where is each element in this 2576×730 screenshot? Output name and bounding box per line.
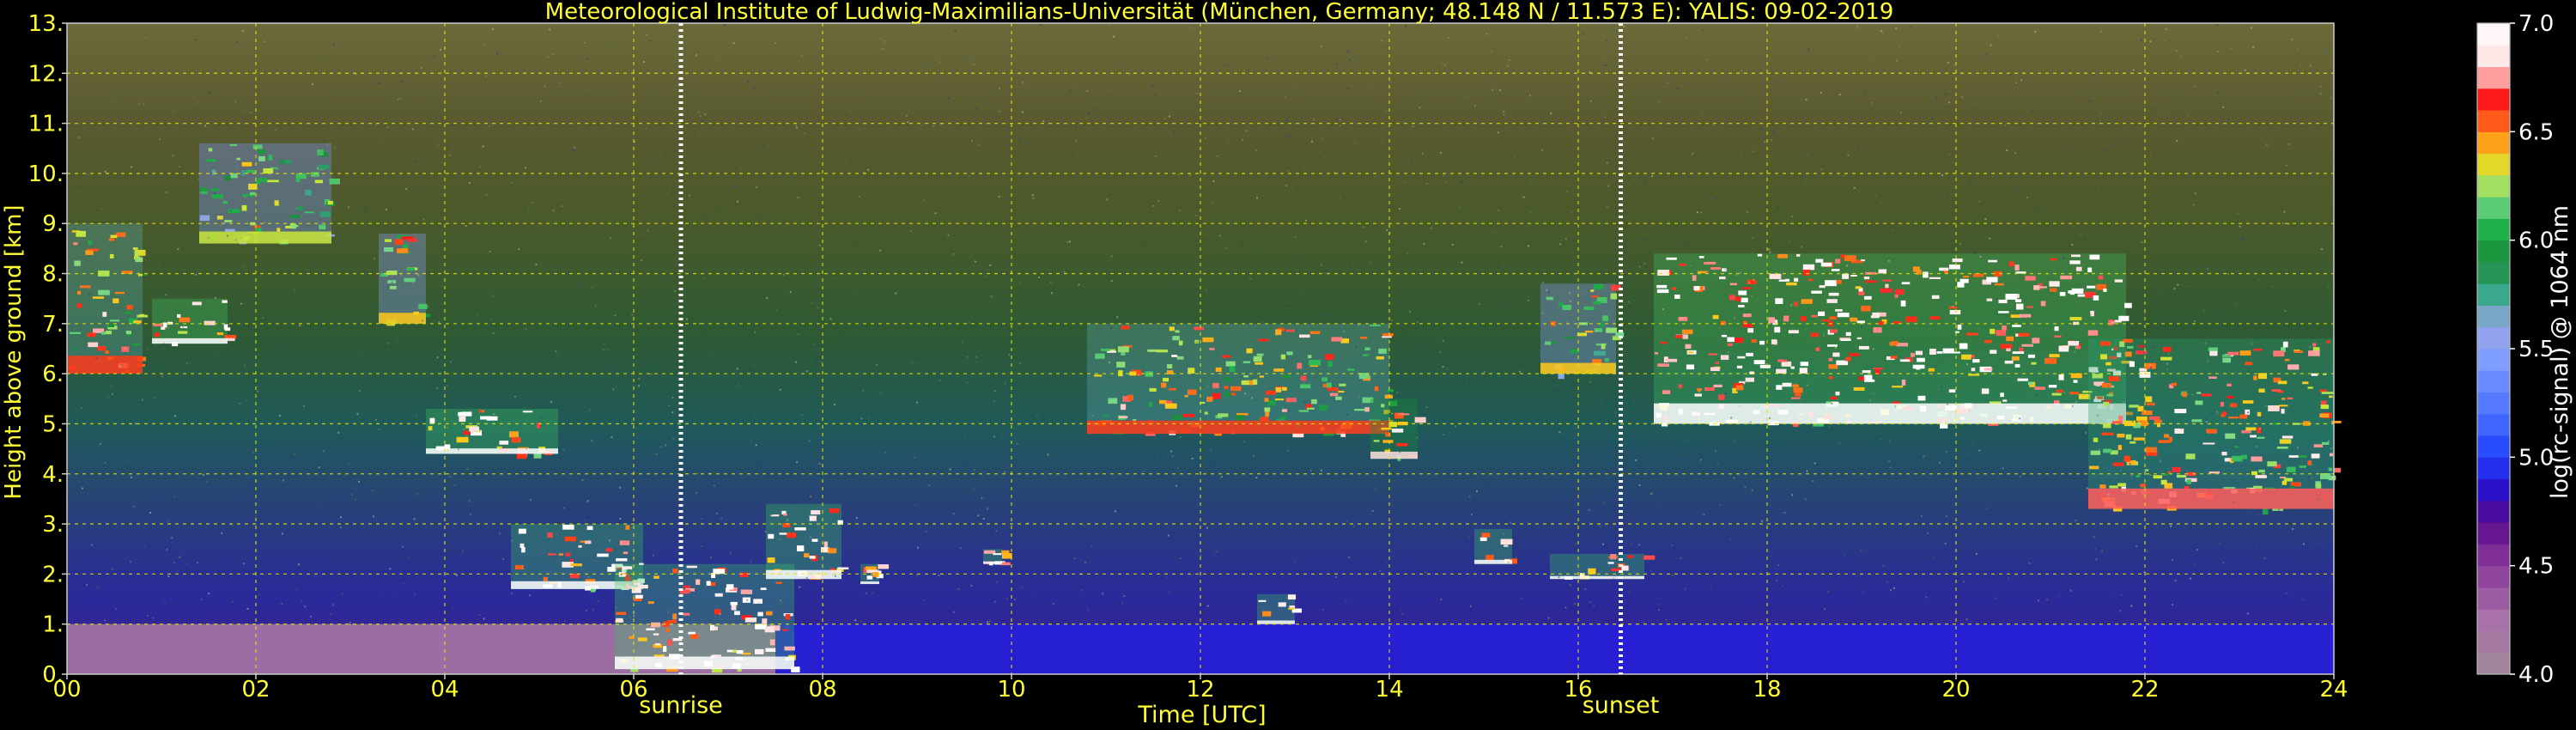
cloud-layer — [1087, 323, 1398, 438]
colorbar-segment — [2477, 174, 2510, 198]
x-tick-label: 24 — [2319, 677, 2348, 703]
cloud-layer — [1654, 253, 2133, 429]
y-tick-label: 0. — [42, 662, 64, 688]
cloud-layer — [766, 503, 849, 581]
colorbar-segment — [2477, 630, 2510, 654]
colorbar-segment — [2477, 587, 2510, 610]
colorbar-label: log(rc-signal) @ 1064 nm — [2547, 205, 2573, 499]
cloud-layer — [1474, 528, 1517, 564]
x-tick-label: 16 — [1564, 677, 1592, 703]
y-tick-label: 10. — [28, 161, 64, 187]
colorbar-tick-label: 4.5 — [2518, 554, 2554, 580]
colorbar-segment — [2477, 370, 2510, 393]
x-tick-label: 14 — [1375, 677, 1403, 703]
chart-title: Meteorological Institute of Ludwig-Maxim… — [545, 0, 1894, 25]
colorbar-segment — [2477, 652, 2510, 675]
cloud-layer — [615, 563, 800, 673]
colorbar-segment — [2477, 66, 2510, 89]
colorbar-segment — [2477, 522, 2510, 544]
x-tick-label: 08 — [808, 677, 836, 703]
cloud-layer — [199, 143, 340, 245]
colorbar-segment — [2477, 544, 2510, 567]
plot-area — [66, 22, 2342, 675]
colorbar-segment — [2477, 88, 2510, 111]
x-tick-label: 12 — [1186, 677, 1214, 703]
cloud-layer — [1550, 554, 1656, 580]
cloud-layer — [67, 223, 149, 374]
y-axis-label: Height above ground [km] — [1, 204, 27, 499]
colorbar-segment — [2477, 261, 2510, 284]
x-tick-label: 20 — [1941, 677, 1970, 703]
colorbar-tick-label: 6.5 — [2518, 119, 2554, 145]
x-tick-label: 10 — [997, 677, 1025, 703]
marker-sunrise-label: sunrise — [639, 692, 723, 719]
y-tick-label: 8. — [42, 262, 64, 288]
y-tick-label: 6. — [42, 362, 64, 387]
x-tick-label: 18 — [1753, 677, 1781, 703]
cloud-layer — [379, 233, 430, 326]
colorbar-tick-label: 4.0 — [2518, 662, 2554, 688]
y-tick-label: 11. — [28, 112, 64, 137]
cloud-layer — [426, 408, 558, 459]
x-tick-label: 04 — [430, 677, 459, 703]
y-tick-label: 5. — [42, 411, 64, 437]
cloud-layer — [2088, 338, 2342, 515]
colorbar-segment — [2477, 457, 2510, 480]
x-axis-label: Time [UTC] — [1137, 702, 1266, 728]
cloud-layer — [983, 549, 1012, 566]
colorbar-segment — [2477, 326, 2510, 350]
colorbar-tick-label: 7.0 — [2518, 11, 2554, 37]
x-tick-label: 06 — [619, 677, 647, 703]
colorbar-segment — [2477, 110, 2510, 132]
y-tick-label: 9. — [42, 211, 64, 237]
colorbar-segment — [2477, 131, 2510, 155]
x-tick-label: 02 — [241, 677, 270, 703]
colorbar-segment — [2477, 392, 2510, 415]
colorbar-segment — [2477, 283, 2510, 306]
y-tick-label: 12. — [28, 61, 64, 87]
y-tick-label: 4. — [42, 462, 64, 488]
x-tick-label: 22 — [2130, 677, 2159, 703]
colorbar-segment — [2477, 500, 2510, 523]
colorbar-segment — [2477, 218, 2510, 241]
colorbar-segment — [2477, 349, 2510, 371]
colorbar — [2476, 22, 2511, 675]
y-tick-label: 2. — [42, 562, 64, 587]
y-tick-label: 3. — [42, 512, 64, 538]
colorbar-segment — [2477, 23, 2510, 46]
colorbar-segment — [2477, 240, 2510, 263]
colorbar-segment — [2477, 435, 2510, 458]
marker-sunset-label: sunset — [1583, 692, 1660, 719]
colorbar-segment — [2477, 305, 2510, 328]
cloud-layer — [1370, 398, 1426, 461]
colorbar-segment — [2477, 197, 2510, 219]
colorbar-segment — [2477, 153, 2510, 176]
colorbar-segment — [2477, 413, 2510, 436]
colorbar-segment — [2477, 609, 2510, 631]
y-tick-label: 13. — [28, 11, 64, 37]
boundary-layer-band — [775, 624, 2334, 674]
cloud-layer — [1540, 283, 1625, 380]
y-tick-label: 7. — [42, 312, 64, 338]
y-tick-label: 1. — [42, 612, 64, 638]
colorbar-segment — [2477, 45, 2510, 68]
cloud-layer — [152, 298, 237, 347]
lidar-backscatter-chart: sunrise sunset00 02 04 06 08 10 12 14 16 18 20 22 24 … — [0, 0, 2576, 730]
colorbar-segment — [2477, 478, 2510, 502]
colorbar-segment — [2477, 565, 2510, 588]
